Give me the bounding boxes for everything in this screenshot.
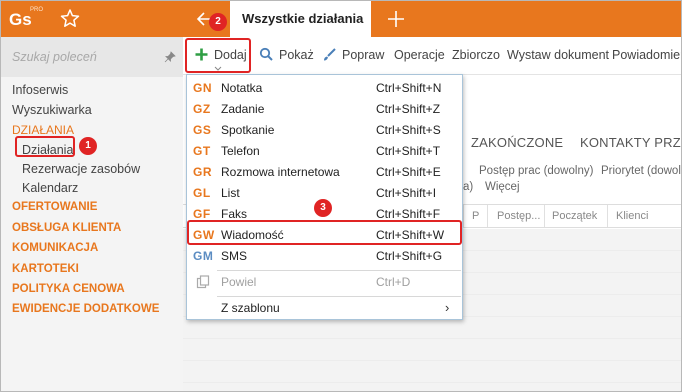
task-icon: GZ: [193, 102, 211, 116]
menu-separator: [217, 296, 461, 297]
menu-item-shortcut: Ctrl+Shift+Z: [376, 102, 441, 116]
edit-button[interactable]: Popraw: [342, 48, 384, 62]
menu-item-shortcut: Ctrl+Shift+E: [376, 165, 441, 179]
menu-item-shortcut: Ctrl+Shift+G: [376, 249, 443, 263]
table-row: [183, 361, 681, 383]
show-button[interactable]: Pokaż: [279, 48, 314, 62]
column-start[interactable]: Początek: [552, 210, 597, 222]
note-icon: GN: [193, 81, 212, 95]
menu-item-shortcut: Ctrl+Shift+N: [376, 81, 442, 95]
menu-item-task[interactable]: GZ Zadanie Ctrl+Shift+Z: [187, 99, 462, 120]
meeting-icon: GS: [193, 123, 212, 137]
menu-item-shortcut: Ctrl+Shift+I: [376, 186, 437, 200]
sidebar-item-infoserwis[interactable]: Infoserwis: [12, 83, 68, 97]
menu-item-label: List: [221, 186, 240, 200]
collective-button[interactable]: Zbiorczo: [452, 48, 500, 62]
search-icon: [259, 47, 273, 61]
top-bar: Gs PRO Wszystkie działania: [1, 1, 681, 37]
highlight-message-item: [187, 220, 462, 245]
sidebar-item-calendar[interactable]: Kalendarz: [22, 181, 78, 195]
logo-badge: PRO: [30, 7, 44, 13]
menu-item-meeting[interactable]: GS Spotkanie Ctrl+Shift+S: [187, 120, 462, 141]
sidebar-section-records[interactable]: KARTOTEKI: [12, 263, 79, 275]
menu-item-label: Spotkanie: [221, 123, 275, 137]
menu-item-shortcut: Ctrl+D: [376, 275, 411, 289]
column-progress[interactable]: Postęp...: [497, 210, 540, 222]
tab-client-contacts[interactable]: KONTAKTY PRZYC: [580, 135, 681, 150]
menu-item-duplicate[interactable]: Powiel Ctrl+D: [187, 272, 462, 293]
step-badge-3: 3: [314, 199, 332, 217]
sidebar-section-offers[interactable]: OFERTOWANIE: [12, 201, 97, 213]
sidebar-section-pricing[interactable]: POLITYKA CENOWA: [12, 283, 125, 295]
menu-item-from-template[interactable]: Z szablonu ›: [187, 298, 462, 319]
menu-item-label: Notatka: [221, 81, 263, 95]
menu-item-label: SMS: [221, 249, 248, 263]
chevron-right-icon: ›: [445, 300, 450, 315]
internet-call-icon: GR: [193, 165, 212, 179]
menu-item-label: Rozmowa internetowa: [221, 165, 340, 179]
sidebar: Szukaj poleceń Infoserwis Wyszukiwarka D…: [1, 37, 183, 391]
logo-text: Gs: [9, 10, 32, 29]
phone-icon: GT: [193, 144, 211, 158]
menu-item-shortcut: Ctrl+Shift+S: [376, 123, 441, 137]
step-badge-1: 1: [79, 137, 97, 155]
highlight-add-button: [185, 38, 251, 73]
star-icon[interactable]: [59, 7, 81, 29]
tab-all-activities[interactable]: Wszystkie działania: [230, 1, 371, 37]
menu-item-label: Telefon: [221, 144, 260, 158]
sidebar-section-additional[interactable]: EWIDENCJE DODATKOWE: [12, 303, 159, 315]
app-window: Gs PRO Wszystkie działania Szukaj polece…: [0, 0, 682, 392]
toolbar: Dodaj Pokaż Popraw Operacje Zbiorczo Wys…: [183, 37, 681, 75]
menu-item-sms[interactable]: GM SMS Ctrl+Shift+G: [187, 246, 462, 267]
table-row: [183, 317, 681, 339]
menu-item-label: Powiel: [221, 275, 257, 289]
filter-progress[interactable]: Postęp prac (dowolny): [479, 165, 593, 177]
column-priority[interactable]: P: [472, 210, 479, 222]
sidebar-section-activities[interactable]: DZIAŁANIA: [12, 123, 74, 137]
highlight-activities: [15, 136, 75, 157]
duplicate-icon: [196, 275, 210, 289]
filter-more[interactable]: Więcej: [485, 181, 520, 193]
issue-document-button[interactable]: Wystaw dokument: [507, 48, 609, 62]
menu-item-internet-call[interactable]: GR Rozmowa internetowa Ctrl+Shift+E: [187, 162, 462, 183]
filter-fragment[interactable]: a): [463, 181, 473, 193]
new-tab-icon[interactable]: [385, 8, 407, 30]
operations-button[interactable]: Operacje: [394, 48, 445, 62]
search-placeholder: Szukaj poleceń: [12, 50, 97, 64]
letter-icon: GL: [193, 186, 211, 200]
step-badge-2: 2: [209, 13, 227, 31]
edit-brush-icon: [324, 48, 336, 61]
pin-icon[interactable]: [164, 51, 176, 63]
column-divider: [463, 205, 464, 227]
column-divider: [607, 205, 608, 227]
sms-icon: GM: [193, 249, 214, 263]
tab-completed[interactable]: ZAKOŃCZONE: [471, 135, 563, 150]
sidebar-section-customer-service[interactable]: OBSŁUGA KLIENTA: [12, 222, 121, 234]
sidebar-item-reservations[interactable]: Rezerwacje zasobów: [22, 162, 140, 176]
add-dropdown-menu: GN Notatka Ctrl+Shift+N GZ Zadanie Ctrl+…: [186, 74, 463, 320]
menu-item-label: Z szablonu: [221, 301, 280, 315]
menu-item-phone[interactable]: GT Telefon Ctrl+Shift+T: [187, 141, 462, 162]
menu-item-shortcut: Ctrl+Shift+T: [376, 144, 441, 158]
column-divider: [487, 205, 488, 227]
menu-item-note[interactable]: GN Notatka Ctrl+Shift+N: [187, 78, 462, 99]
menu-separator: [217, 270, 461, 271]
tab-label: Wszystkie działania: [242, 11, 364, 26]
menu-item-label: Zadanie: [221, 102, 265, 116]
app-logo[interactable]: Gs PRO: [9, 6, 47, 32]
column-divider: [544, 205, 545, 227]
sidebar-section-communication[interactable]: KOMUNIKACJA: [12, 242, 98, 254]
fax-icon: GF: [193, 207, 211, 221]
menu-item-label: Faks: [221, 207, 248, 221]
sidebar-item-search[interactable]: Wyszukiwarka: [12, 103, 92, 117]
menu-item-shortcut: Ctrl+Shift+F: [376, 207, 441, 221]
notifications-button[interactable]: Powiadomieni: [612, 48, 681, 62]
filter-priority[interactable]: Priorytet (dowol: [601, 165, 681, 177]
table-row: [183, 339, 681, 361]
command-search[interactable]: Szukaj poleceń: [1, 37, 183, 77]
column-clients[interactable]: Klienci: [616, 210, 648, 222]
